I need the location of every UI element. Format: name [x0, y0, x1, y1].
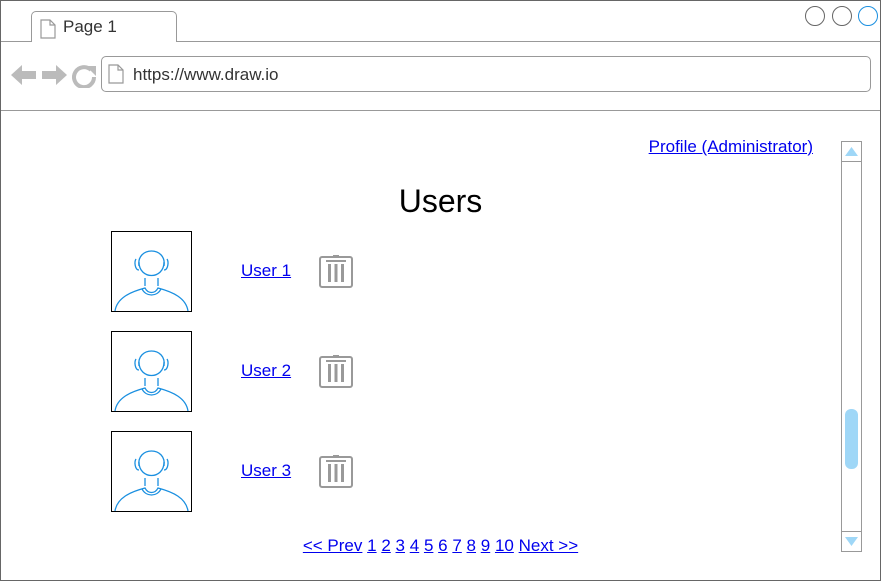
maximize-button[interactable] — [831, 6, 852, 26]
list-item: User 2 — [111, 331, 371, 412]
trash-icon[interactable] — [319, 254, 353, 293]
page-link-7[interactable]: 7 — [452, 536, 461, 555]
url-text: https://www.draw.io — [133, 65, 279, 84]
user-link[interactable]: User 1 — [241, 261, 291, 281]
prev-page-link[interactable]: << Prev — [303, 536, 363, 555]
page-link-4[interactable]: 4 — [410, 536, 419, 555]
page-link-9[interactable]: 9 — [481, 536, 490, 555]
user-avatar-icon — [111, 331, 192, 412]
pagination: << Prev 1 2 3 4 5 6 7 8 9 10 Next >> — [1, 536, 880, 556]
trash-icon[interactable] — [319, 454, 353, 493]
window-controls — [803, 6, 878, 31]
list-item: User 1 — [111, 231, 371, 312]
close-button[interactable] — [858, 6, 878, 26]
scroll-up-button[interactable] — [842, 142, 861, 162]
page-link-8[interactable]: 8 — [467, 536, 476, 555]
user-avatar-icon — [111, 431, 192, 512]
page-link-10[interactable]: 10 — [495, 536, 514, 555]
page-icon — [40, 19, 56, 44]
trash-icon[interactable] — [319, 354, 353, 393]
page-title: Users — [398, 183, 483, 219]
user-avatar-icon — [111, 231, 192, 312]
scroll-thumb[interactable] — [845, 409, 858, 469]
browser-window: Page 1 https://www.draw.io Profile (Admi… — [0, 0, 881, 581]
address-bar[interactable]: https://www.draw.io — [101, 56, 871, 92]
reload-icon[interactable] — [72, 64, 97, 93]
page-link-6[interactable]: 6 — [438, 536, 447, 555]
scroll-down-button[interactable] — [842, 531, 861, 551]
tab-bar: Page 1 — [1, 1, 880, 42]
navigation-bar: https://www.draw.io — [1, 42, 880, 111]
page-content: Profile (Administrator) Users User 1 Use… — [1, 111, 880, 580]
page-icon — [108, 64, 124, 89]
triangle-up-icon — [845, 147, 858, 156]
next-page-link[interactable]: Next >> — [519, 536, 579, 555]
profile-link[interactable]: Profile (Administrator) — [649, 137, 813, 157]
minimize-button[interactable] — [805, 6, 826, 26]
page-link-2[interactable]: 2 — [381, 536, 390, 555]
tab-label: Page 1 — [63, 17, 117, 36]
back-arrow-icon[interactable] — [11, 64, 37, 91]
vertical-scrollbar[interactable] — [841, 141, 862, 552]
page-link-3[interactable]: 3 — [396, 536, 405, 555]
user-link[interactable]: User 3 — [241, 461, 291, 481]
page-link-5[interactable]: 5 — [424, 536, 433, 555]
user-link[interactable]: User 2 — [241, 361, 291, 381]
triangle-down-icon — [845, 537, 858, 546]
list-item: User 3 — [111, 431, 371, 512]
forward-arrow-icon[interactable] — [41, 64, 67, 91]
page-link-1[interactable]: 1 — [367, 536, 376, 555]
browser-tab[interactable]: Page 1 — [31, 11, 177, 42]
